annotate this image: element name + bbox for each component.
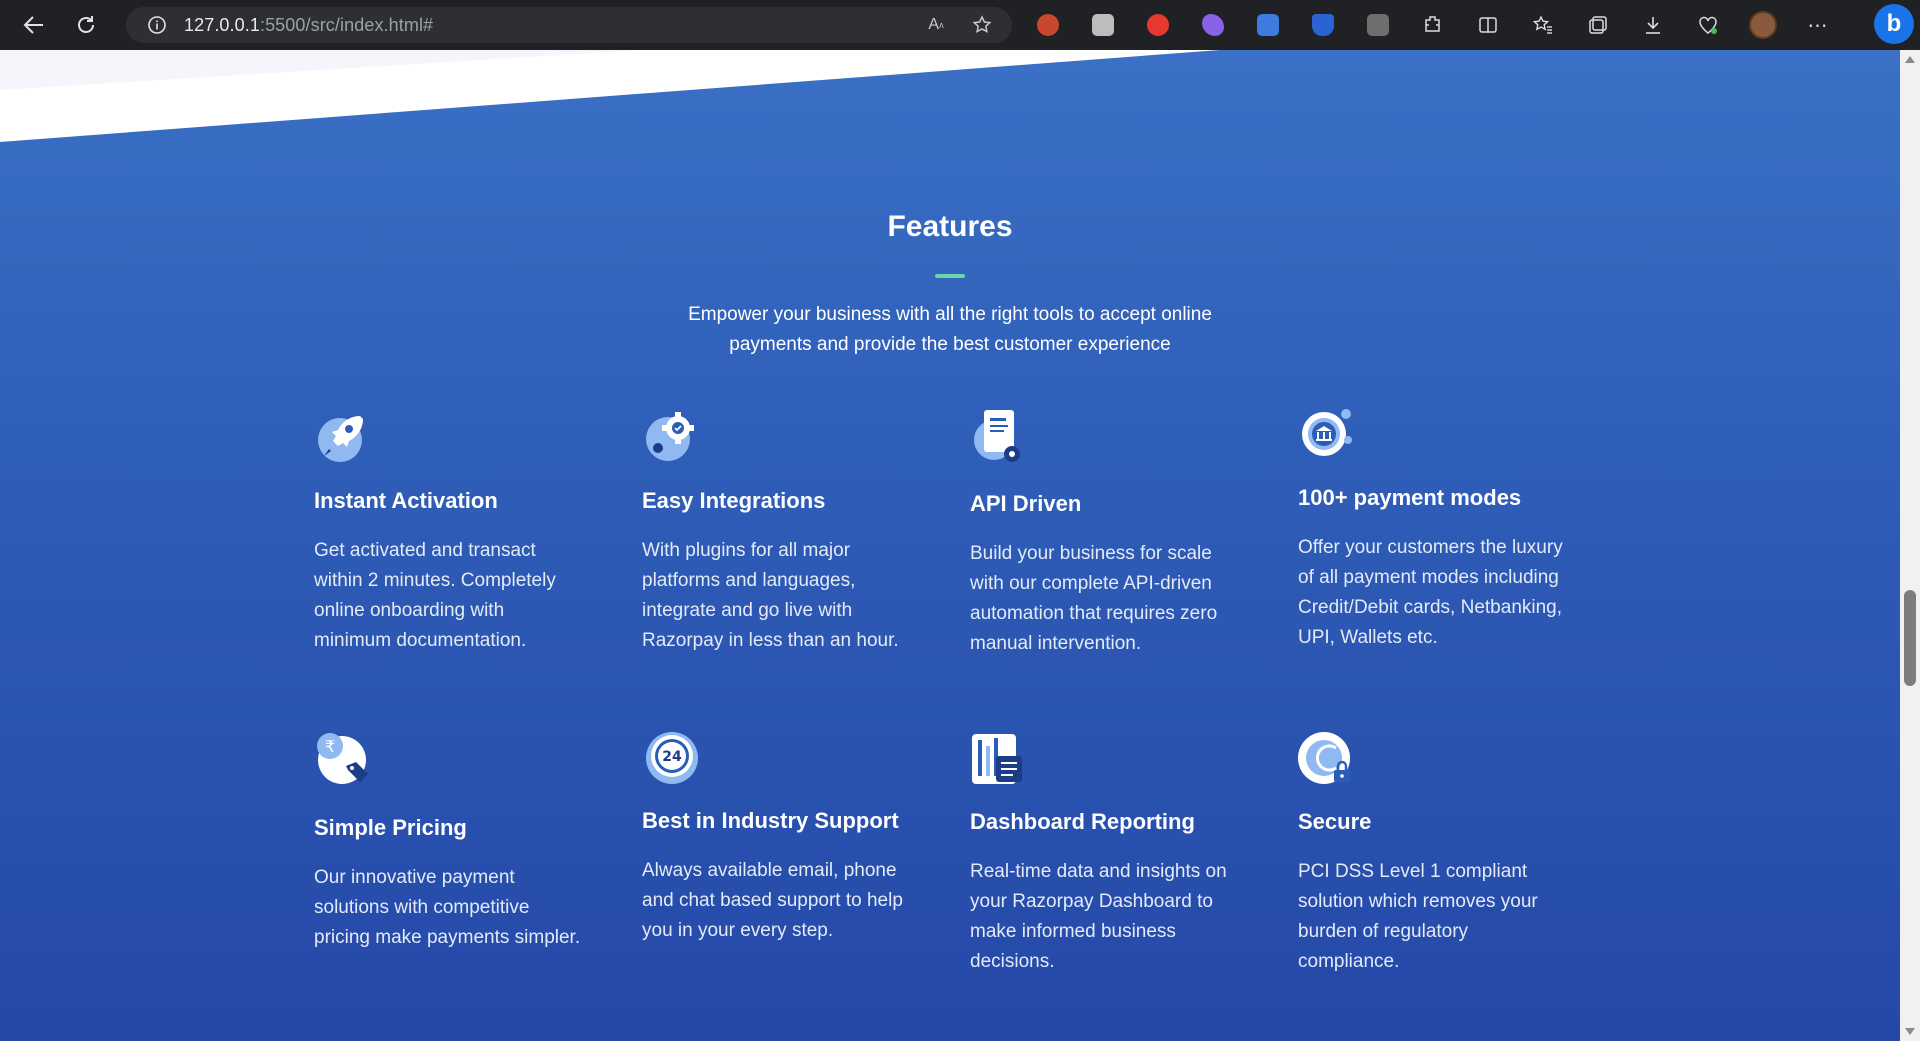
address-bar[interactable]: 127.0.0.1:5500/src/index.html# Aʌ (126, 7, 1012, 43)
extension-red-icon[interactable] (1140, 7, 1176, 43)
split-screen-icon[interactable] (1470, 7, 1506, 43)
reload-icon (78, 16, 94, 33)
support-24-icon: 24 (646, 732, 698, 784)
feature-title: Instant Activation (314, 488, 498, 513)
svg-text:₹: ₹ (325, 737, 335, 756)
profile-avatar-icon[interactable] (1745, 7, 1781, 43)
extension-crop-icon[interactable] (1360, 7, 1396, 43)
back-button[interactable] (12, 3, 56, 47)
extension-edit-icon[interactable] (1085, 7, 1121, 43)
feature-description: Always available email, phone and chat b… (642, 860, 903, 941)
section-subtitle: Empower your business with all the right… (688, 304, 1212, 355)
extension-shield-icon[interactable] (1030, 7, 1066, 43)
extensions-puzzle-icon[interactable] (1415, 7, 1451, 43)
feature-title: Dashboard Reporting (970, 809, 1195, 834)
feature-card-api-driven: API Driven Build your business for scale… (970, 406, 1240, 659)
feature-card-secure: Secure PCI DSS Level 1 compliant solutio… (1298, 730, 1568, 977)
svg-text:24: 24 (662, 749, 682, 765)
feature-card-payment-modes: 100+ payment modes Offer your customers … (1298, 406, 1568, 653)
dashboard-icon (972, 734, 1022, 784)
scroll-down-arrow-icon[interactable] (1905, 1028, 1915, 1035)
feature-description: Get activated and transact within 2 minu… (314, 540, 556, 651)
feature-card-easy-integrations: Easy Integrations With plugins for all m… (642, 406, 912, 656)
rupee-tag-icon: ₹ (317, 733, 368, 784)
favorites-icon[interactable] (1525, 7, 1561, 43)
feature-title: Simple Pricing (314, 815, 467, 840)
feature-card-dashboard-reporting: Dashboard Reporting Real-time data and i… (970, 730, 1240, 977)
feature-title: Easy Integrations (642, 488, 826, 513)
scroll-up-arrow-icon[interactable] (1905, 56, 1915, 63)
url-path: :5500/src/index.html# (259, 14, 434, 35)
scrollbar-thumb[interactable] (1904, 590, 1916, 686)
reload-button[interactable] (64, 3, 108, 47)
url-text: 127.0.0.1:5500/src/index.html# (184, 15, 433, 36)
page-scrollbar[interactable] (1900, 50, 1920, 1041)
feature-card-support: 24 Best in Industry Support Always avail… (642, 730, 912, 946)
collections-icon[interactable] (1580, 7, 1616, 43)
title-underline (935, 274, 965, 278)
performance-heart-icon[interactable] (1690, 7, 1726, 43)
feature-card-instant-activation: Instant Activation Get activated and tra… (314, 406, 584, 656)
bing-copilot-icon[interactable]: b (1874, 4, 1914, 44)
feature-title: Best in Industry Support (642, 808, 899, 833)
url-host: 127.0.0.1 (184, 14, 260, 35)
downloads-icon[interactable] (1635, 7, 1671, 43)
lock-icon (1298, 732, 1350, 784)
browser-toolbar: 127.0.0.1:5500/src/index.html# Aʌ ⋯ b (0, 0, 1920, 50)
feature-title: API Driven (970, 491, 1082, 516)
document-icon (974, 410, 1020, 462)
read-aloud-icon[interactable]: Aʌ (924, 13, 948, 37)
gear-icon (646, 412, 694, 461)
feature-card-simple-pricing: ₹ Simple Pricing Our innovative payment … (314, 730, 584, 953)
favorite-star-icon[interactable] (970, 13, 994, 37)
feature-description: Real-time data and insights on your Razo… (970, 861, 1227, 972)
site-info-icon[interactable] (146, 14, 168, 36)
feature-description: PCI DSS Level 1 compliant solution which… (1298, 861, 1538, 972)
section-top-wedge (0, 50, 1220, 142)
feature-title: 100+ payment modes (1298, 485, 1522, 510)
feature-description: With plugins for all major platforms and… (642, 540, 899, 651)
feature-description: Our innovative payment solutions with co… (314, 867, 581, 948)
extension-blue-icon[interactable] (1305, 7, 1341, 43)
bank-icon (1302, 409, 1352, 456)
back-arrow-icon (23, 16, 43, 34)
more-menu-icon[interactable]: ⋯ (1800, 7, 1836, 43)
feature-title: Secure (1298, 809, 1372, 834)
feature-description: Build your business for scale with our c… (970, 543, 1218, 654)
feature-description: Offer your customers the luxury of all p… (1298, 537, 1563, 648)
rocket-icon (318, 416, 363, 462)
features-section: Features Empower your business with all … (0, 50, 1900, 1041)
section-title: Features (887, 210, 1013, 243)
extension-purple-icon[interactable] (1195, 7, 1231, 43)
extension-download-icon[interactable] (1250, 7, 1286, 43)
